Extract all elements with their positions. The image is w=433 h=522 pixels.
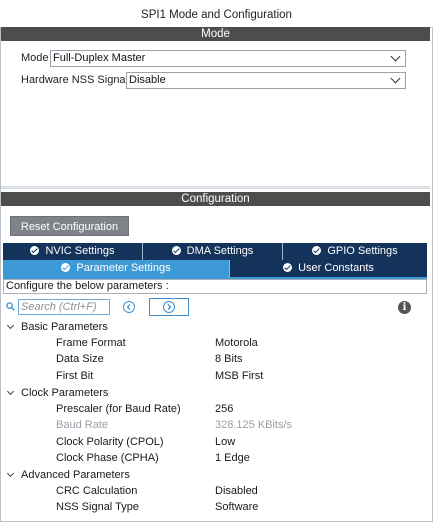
check-circle-icon bbox=[30, 246, 40, 255]
check-circle-icon bbox=[283, 263, 293, 272]
param-name: Data Size bbox=[56, 353, 104, 365]
param-name: Frame Format bbox=[56, 337, 126, 349]
param-value[interactable]: 256 bbox=[215, 401, 233, 417]
param-value[interactable]: Motorola bbox=[215, 335, 258, 351]
group-advanced-parameters[interactable]: Advanced Parameters bbox=[6, 467, 130, 483]
arrow-right-circle-icon[interactable] bbox=[163, 301, 175, 313]
group-clock-parameters[interactable]: Clock Parameters bbox=[6, 385, 109, 401]
hardware-nss-select[interactable]: Disable bbox=[126, 72, 406, 89]
param-name: NSS Signal Type bbox=[56, 501, 139, 513]
check-circle-icon bbox=[312, 246, 322, 255]
caret-down-icon bbox=[6, 321, 15, 330]
tab-label: NVIC Settings bbox=[45, 245, 115, 257]
window-title: SPI1 Mode and Configuration bbox=[0, 0, 433, 28]
configuration-section-header: Configuration bbox=[1, 192, 430, 206]
mode-select-value: Full-Duplex Master bbox=[53, 52, 146, 64]
search-input[interactable]: Search (Ctrl+F) bbox=[18, 299, 110, 315]
tab-label: DMA Settings bbox=[186, 245, 254, 257]
group-label: Advanced Parameters bbox=[21, 469, 130, 481]
section-splitter[interactable] bbox=[1, 186, 430, 189]
param-name: Prescaler (for Baud Rate) bbox=[56, 403, 181, 415]
tab-parameter-settings[interactable]: Parameter Settings bbox=[3, 260, 230, 277]
tab-label: Parameter Settings bbox=[76, 262, 171, 274]
param-value[interactable]: Software bbox=[215, 499, 258, 515]
tab-user-constants[interactable]: User Constants bbox=[230, 260, 427, 277]
check-circle-icon bbox=[61, 263, 71, 272]
hardware-nss-label: Hardware NSS Signal bbox=[21, 74, 128, 86]
group-label: Clock Parameters bbox=[21, 387, 109, 399]
mode-select[interactable]: Full-Duplex Master bbox=[50, 50, 406, 67]
param-value: 328.125 KBits/s bbox=[215, 419, 293, 431]
caret-down-icon bbox=[6, 387, 15, 396]
reset-configuration-button[interactable]: Reset Configuration bbox=[10, 216, 129, 236]
caret-down-icon bbox=[6, 469, 15, 478]
param-value[interactable]: Low bbox=[215, 434, 235, 450]
chevron-down-icon bbox=[390, 73, 401, 84]
search-icon[interactable] bbox=[6, 302, 15, 311]
tab-nvic-settings[interactable]: NVIC Settings bbox=[3, 243, 143, 260]
group-basic-parameters[interactable]: Basic Parameters bbox=[6, 319, 108, 335]
param-name: First Bit bbox=[56, 370, 94, 382]
mode-label: Mode bbox=[21, 52, 49, 64]
arrow-left-circle-icon[interactable] bbox=[123, 301, 135, 313]
hardware-nss-select-value: Disable bbox=[129, 74, 166, 86]
group-label: Basic Parameters bbox=[21, 321, 108, 333]
info-icon[interactable]: i bbox=[398, 301, 411, 314]
param-value[interactable]: 8 Bits bbox=[215, 351, 243, 367]
mode-section-header: Mode bbox=[1, 27, 430, 41]
tab-label: User Constants bbox=[298, 262, 374, 274]
check-circle-icon bbox=[171, 246, 181, 255]
param-value[interactable]: MSB First bbox=[215, 368, 263, 384]
param-name: Clock Polarity (CPOL) bbox=[56, 436, 164, 448]
param-name: Baud Rate bbox=[56, 419, 108, 431]
tab-label: GPIO Settings bbox=[327, 245, 398, 257]
param-name: Clock Phase (CPHA) bbox=[56, 452, 159, 464]
param-value[interactable]: Disabled bbox=[215, 483, 258, 499]
param-name: CRC Calculation bbox=[56, 485, 138, 497]
tab-gpio-settings[interactable]: GPIO Settings bbox=[283, 243, 427, 260]
chevron-down-icon bbox=[390, 51, 401, 62]
parameters-hint: Configure the below parameters : bbox=[3, 279, 427, 294]
tab-dma-settings[interactable]: DMA Settings bbox=[143, 243, 283, 260]
param-value[interactable]: 1 Edge bbox=[215, 450, 250, 466]
